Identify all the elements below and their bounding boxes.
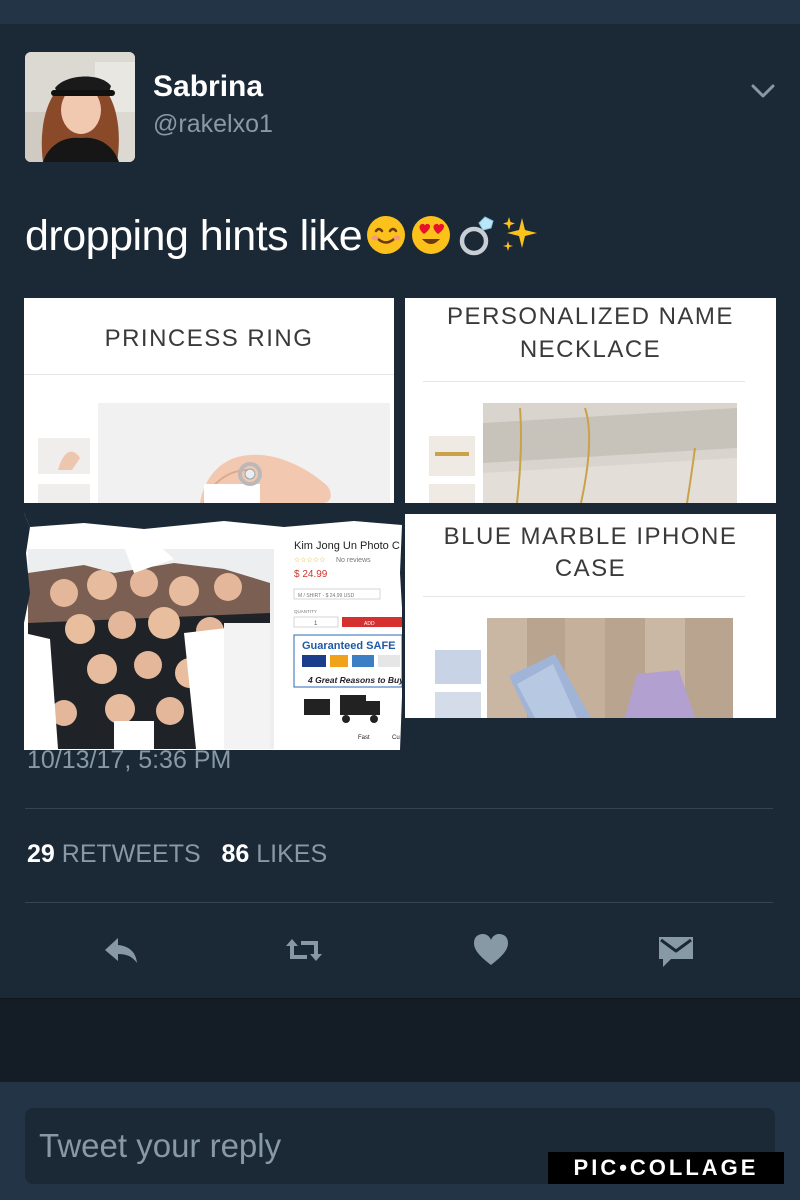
heart-eyes-icon xyxy=(412,216,451,254)
pic-collage-watermark: PIC•COLLAGE xyxy=(548,1152,784,1184)
marble-case-image[interactable]: BLUE MARBLE IPHONE CASE xyxy=(405,514,776,718)
tweet-text: dropping hints like xyxy=(25,212,542,261)
reply-placeholder: Tweet your reply xyxy=(39,1127,282,1164)
like-icon[interactable] xyxy=(470,929,512,971)
divider xyxy=(25,808,773,809)
ring-icon xyxy=(459,216,494,256)
tweet-media-collage[interactable]: PRINCESS RING PERSONALIZED NAME NECKLACE xyxy=(24,298,776,750)
divider xyxy=(25,902,773,903)
avatar[interactable] xyxy=(25,52,135,162)
name-necklace-image[interactable]: PERSONALIZED NAME NECKLACE xyxy=(405,298,776,503)
tweet-card: Sabrina @rakelxo1 dropping hints like PR… xyxy=(0,24,800,998)
like-stat[interactable]: 86 LIKES xyxy=(222,840,328,868)
shirt-product-photo: Kim Jong Un Photo C ☆☆☆☆☆ No reviews $ 2… xyxy=(24,513,402,750)
reply-icon[interactable] xyxy=(100,929,142,971)
cu-label: Cu xyxy=(392,735,400,741)
retweet-icon[interactable] xyxy=(283,929,325,971)
necklace-product-photo xyxy=(429,403,737,503)
sparkles-icon xyxy=(503,217,538,251)
buy-reasons: 4 Great Reasons to Buy xyxy=(307,675,402,685)
size-select: M / SHIRT - $ 24.99 USD xyxy=(298,593,355,599)
tweet-stats: 29 RETWEETS 86 LIKES xyxy=(27,840,327,869)
shirt-price: $ 24.99 xyxy=(294,569,328,580)
smiling-face-icon xyxy=(367,216,406,254)
review-stars: ☆☆☆☆☆ xyxy=(294,556,325,564)
review-count: No reviews xyxy=(336,557,371,564)
guaranteed-safe: Guaranteed SAFE xyxy=(302,640,396,652)
display-name[interactable]: Sabrina xyxy=(153,70,263,104)
fast-label: Fast xyxy=(358,735,370,741)
ring-product-photo xyxy=(38,403,390,503)
shirt-product-name: Kim Jong Un Photo C xyxy=(294,540,400,552)
status-bar xyxy=(0,0,800,24)
retweet-stat[interactable]: 29 RETWEETS xyxy=(27,840,201,868)
add-button: ADD xyxy=(364,621,375,627)
likes-count: 86 xyxy=(221,840,250,868)
chevron-down-icon[interactable] xyxy=(748,76,778,106)
princess-ring-image[interactable]: PRINCESS RING xyxy=(24,298,394,503)
retweets-count: 29 xyxy=(27,840,55,868)
retweets-label: RETWEETS xyxy=(61,840,201,868)
user-handle[interactable]: @rakelxo1 xyxy=(153,110,273,139)
tweet-timestamp: 10/13/17, 5:36 PM xyxy=(27,746,232,774)
direct-message-icon[interactable] xyxy=(655,929,697,971)
quantity-label: QUANTITY xyxy=(294,609,317,614)
avatar-photo xyxy=(25,52,135,162)
likes-label: LIKES xyxy=(256,840,328,868)
tweet-body: dropping hints like xyxy=(25,212,363,260)
conversation-spacer xyxy=(0,998,800,1083)
marble-case-photo xyxy=(435,618,733,718)
photo-shirt-image[interactable]: Kim Jong Un Photo C ☆☆☆☆☆ No reviews $ 2… xyxy=(24,513,402,750)
shirt-stripe xyxy=(114,721,154,749)
